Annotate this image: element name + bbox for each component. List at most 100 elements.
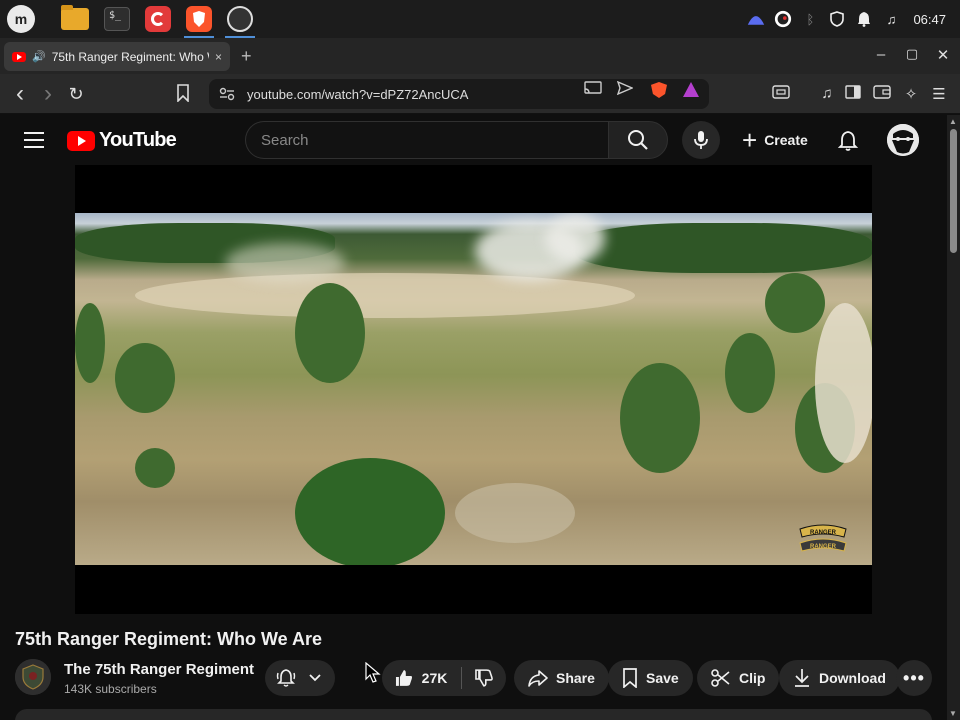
video-title: 75th Ranger Regiment: Who We Are	[15, 629, 323, 649]
download-button[interactable]: Download	[779, 660, 900, 696]
save-label: Save	[646, 670, 679, 686]
create-label: Create	[764, 132, 808, 148]
scroll-down-arrow-icon[interactable]: ▼	[949, 709, 957, 718]
ranger-crest-icon	[15, 659, 51, 695]
svg-text:RANGER: RANGER	[810, 544, 837, 550]
notifications-bell-icon[interactable]	[836, 129, 860, 153]
obs-tray-icon[interactable]	[774, 10, 792, 28]
clock[interactable]: 06:47	[913, 12, 946, 27]
masked-face-avatar-icon	[887, 124, 919, 156]
channel-name[interactable]: The 75th Ranger Regiment	[64, 661, 254, 678]
bookmark-icon	[177, 84, 189, 102]
obs-icon	[227, 6, 253, 32]
like-divider	[461, 667, 463, 689]
youtube-logo[interactable]: YouTube	[67, 129, 177, 152]
bookmark-button[interactable]	[176, 84, 198, 102]
svg-text:RANGER: RANGER	[810, 530, 837, 536]
browser-toolbar: ‹ › ↻ youtube.com/watch?v=dPZ72AncUCA ♫ …	[0, 74, 960, 114]
new-tab-button[interactable]: +	[241, 46, 252, 67]
volume-icon[interactable]: ♫	[882, 10, 900, 28]
os-taskbar: m $_ ᛒ ♫ 06:47	[0, 0, 960, 38]
video-frame[interactable]: RANGER RANGER	[75, 213, 872, 565]
system-tray: ᛒ ♫ 06:47	[747, 0, 960, 38]
subscribed-notifications-button[interactable]	[265, 660, 335, 696]
search-icon	[628, 130, 648, 150]
plus-icon: +	[742, 125, 758, 155]
create-button[interactable]: + Create	[736, 121, 820, 159]
url-text[interactable]: youtube.com/watch?v=dPZ72AncUCA	[247, 87, 468, 102]
search-box[interactable]	[245, 121, 608, 159]
wallet-icon[interactable]	[873, 85, 893, 99]
like-icon[interactable]	[394, 668, 414, 688]
site-settings-icon[interactable]	[219, 87, 235, 101]
description-box[interactable]	[15, 709, 932, 720]
browser-menu-icon[interactable]: ☰	[929, 85, 949, 103]
forward-button[interactable]: ›	[37, 82, 59, 106]
chevron-down-icon	[309, 674, 321, 682]
browser-tab-strip: 🔊 75th Ranger Regiment: Who We Are × + –…	[0, 38, 960, 74]
shield-icon[interactable]	[828, 10, 846, 28]
video-player[interactable]: RANGER RANGER	[75, 165, 872, 614]
cast-icon[interactable]	[584, 81, 602, 95]
close-window-button[interactable]: ✕	[933, 46, 953, 64]
send-icon[interactable]	[617, 81, 633, 95]
more-actions-button[interactable]: •••	[896, 660, 932, 696]
account-avatar[interactable]	[887, 124, 919, 156]
leo-ai-icon[interactable]: ✧	[901, 85, 921, 103]
terminal-icon: $_	[104, 7, 130, 31]
firefox-app-button[interactable]	[143, 4, 173, 34]
terminal-app-button[interactable]: $_	[102, 4, 132, 34]
download-icon	[795, 669, 809, 687]
browser-tab-active[interactable]: 🔊 75th Ranger Regiment: Who We Are ×	[4, 42, 230, 71]
clip-button[interactable]: Clip	[697, 660, 780, 696]
mint-logo-icon: m	[7, 5, 35, 33]
media-controls-icon[interactable]: ♫	[817, 85, 837, 102]
bluetooth-icon[interactable]: ᛒ	[801, 10, 819, 28]
scrollbar-thumb[interactable]	[950, 129, 957, 253]
channel-avatar[interactable]	[15, 659, 51, 695]
youtube-logo-text: YouTube	[99, 129, 177, 151]
mouse-cursor-icon	[365, 662, 381, 684]
like-count[interactable]: 27K	[422, 670, 448, 686]
tab-close-icon[interactable]: ×	[215, 50, 222, 64]
youtube-page: YouTube + Create	[0, 115, 947, 720]
guide-menu-icon[interactable]	[24, 132, 44, 153]
sidebar-toggle-icon[interactable]	[845, 85, 865, 99]
share-label: Share	[556, 670, 595, 686]
scroll-up-arrow-icon[interactable]: ▲	[949, 117, 957, 126]
save-button[interactable]: Save	[608, 660, 693, 696]
ranger-watermark: RANGER RANGER	[796, 523, 850, 557]
reload-button[interactable]: ↻	[65, 84, 87, 104]
voice-search-button[interactable]	[682, 121, 720, 159]
reader-mode-icon[interactable]	[772, 85, 792, 99]
bell-ringing-icon	[276, 669, 296, 687]
mint-menu-button[interactable]: m	[6, 4, 36, 34]
speaker-icon[interactable]: 🔊	[32, 50, 46, 63]
share-icon	[528, 670, 548, 687]
maximize-button[interactable]: ▢	[902, 46, 922, 62]
minimize-button[interactable]: –	[871, 46, 891, 63]
brave-icon	[186, 6, 212, 32]
like-dislike-group: 27K	[382, 660, 506, 696]
firefox-icon	[145, 6, 171, 32]
microphone-icon	[694, 131, 708, 149]
notifications-icon[interactable]	[855, 10, 873, 28]
brave-app-button[interactable]	[184, 4, 214, 38]
back-button[interactable]: ‹	[9, 82, 31, 106]
obs-app-button[interactable]	[225, 4, 255, 38]
dislike-icon[interactable]	[474, 668, 494, 688]
search-input[interactable]	[261, 131, 593, 149]
scissors-icon	[711, 669, 730, 687]
address-bar[interactable]: youtube.com/watch?v=dPZ72AncUCA	[209, 79, 709, 109]
brave-rewards-icon[interactable]	[683, 82, 699, 97]
files-app-button[interactable]	[60, 4, 90, 34]
youtube-play-icon	[67, 130, 95, 151]
tab-title: 75th Ranger Regiment: Who We Are	[51, 49, 209, 64]
download-label: Download	[819, 670, 886, 686]
search-button[interactable]	[608, 121, 668, 159]
page-scrollbar[interactable]: ▲ ▼	[947, 115, 960, 720]
save-icon	[623, 668, 637, 688]
proton-vpn-icon[interactable]	[747, 10, 765, 28]
clip-label: Clip	[739, 670, 766, 686]
share-button[interactable]: Share	[514, 660, 609, 696]
